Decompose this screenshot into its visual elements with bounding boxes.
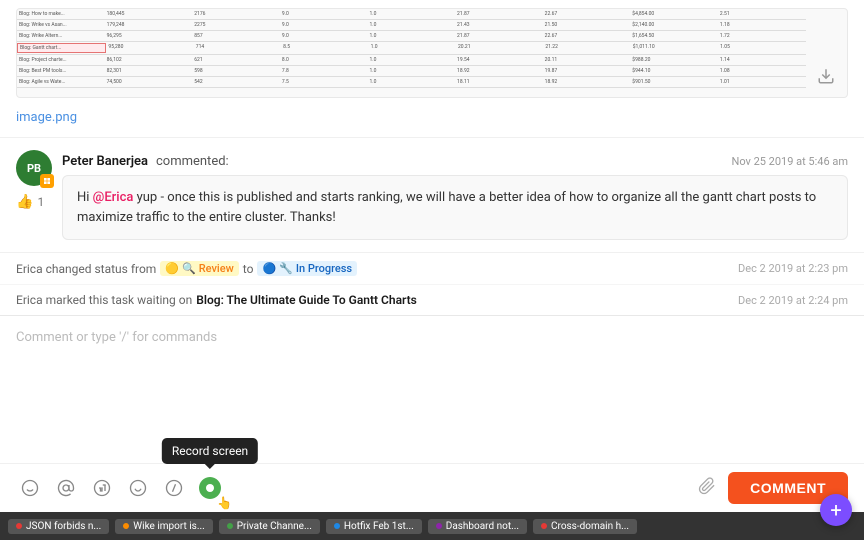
fab-button[interactable]: +	[820, 494, 852, 526]
taskbar-item-0[interactable]: JSON forbids n...	[8, 519, 109, 534]
gif-icon[interactable]	[88, 474, 116, 502]
attach-icon[interactable]	[698, 477, 716, 500]
toolbar-left: Record screen 👆	[16, 474, 224, 502]
emoji-icon[interactable]	[16, 474, 44, 502]
taskbar-item-2[interactable]: Private Channe...	[219, 519, 320, 534]
status-in-progress-badge: 🔵🔧In Progress	[257, 261, 357, 276]
taskbar-item-3[interactable]: Hotfix Feb 1st...	[326, 519, 422, 534]
taskbar-item-5[interactable]: Cross-domain h...	[533, 519, 637, 534]
image-preview: Blog: How to make...180,44521769.01.021.…	[16, 8, 848, 98]
like-icon[interactable]: 👍	[16, 194, 33, 210]
image-link[interactable]: image.png	[16, 110, 77, 125]
comment-placeholder: Comment or type '/' for commands	[16, 326, 848, 354]
taskbar: JSON forbids n... Wike import is... Priv…	[0, 512, 864, 540]
activity-text-1: Erica changed status from 🟡🔍Review to 🔵🔧…	[16, 261, 357, 276]
activity-text-2: Erica marked this task waiting on Blog: …	[16, 293, 417, 307]
comment-body: Hi @Erica yup - once this is published a…	[62, 175, 848, 240]
spreadsheet-preview: Blog: How to make...180,44521769.01.021.…	[17, 9, 806, 88]
taskbar-dot-0	[16, 523, 22, 529]
record-screen-button[interactable]: Record screen 👆	[196, 474, 224, 502]
taskbar-dot-1	[123, 523, 129, 529]
activity-row-2: Erica marked this task waiting on Blog: …	[0, 284, 864, 315]
comment-content: Peter Banerjea commented: Nov 25 2019 at…	[62, 150, 848, 240]
taskbar-item-4[interactable]: Dashboard not...	[428, 519, 527, 534]
comment-block: PB 👍 1 Peter Banerjea commented: Nov 25 …	[0, 138, 864, 253]
taskbar-item-1[interactable]: Wike import is...	[115, 519, 212, 534]
taskbar-dot-5	[541, 523, 547, 529]
slash-command-icon[interactable]	[160, 474, 188, 502]
mention: @Erica	[93, 190, 134, 205]
status-review-badge: 🟡🔍Review	[160, 261, 238, 276]
record-screen-tooltip: Record screen	[162, 438, 258, 464]
cursor-hand: 👆	[217, 496, 232, 510]
avatar-badge	[40, 174, 54, 188]
emoji2-icon[interactable]	[124, 474, 152, 502]
taskbar-dot-4	[436, 523, 442, 529]
comment-header: Peter Banerjea commented: Nov 25 2019 at…	[62, 150, 848, 169]
comment-toolbar: Record screen 👆 COMMENT	[0, 463, 864, 512]
like-section: 👍 1	[16, 194, 52, 210]
taskbar-dot-2	[227, 523, 233, 529]
main-container: Blog: How to make...180,44521769.01.021.…	[0, 0, 864, 540]
task-link[interactable]: Blog: The Ultimate Guide To Gantt Charts	[196, 293, 417, 307]
activity-row-1: Erica changed status from 🟡🔍Review to 🔵🔧…	[0, 253, 864, 284]
comment-author-line: Peter Banerjea commented:	[62, 150, 229, 169]
image-section: Blog: How to make...180,44521769.01.021.…	[0, 0, 864, 138]
download-button[interactable]	[817, 67, 835, 89]
taskbar-dot-3	[334, 523, 340, 529]
comment-input-area[interactable]: Comment or type '/' for commands	[0, 315, 864, 463]
mention-icon[interactable]	[52, 474, 80, 502]
avatar: PB 👍 1	[16, 150, 52, 240]
